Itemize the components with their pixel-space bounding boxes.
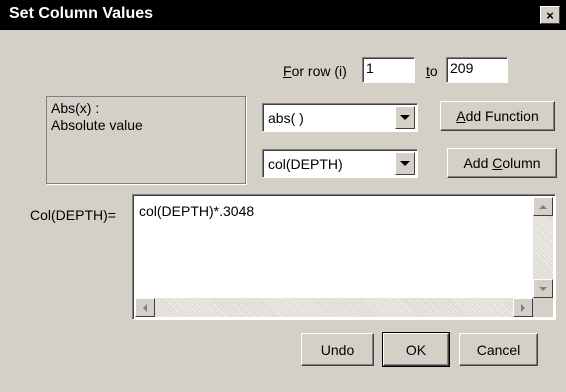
column-select-value: col(DEPTH) [268,156,343,172]
chevron-down-icon [400,161,410,166]
add-column-accel: C [492,155,503,171]
add-function-button[interactable]: Add Function [440,101,555,131]
for-row-label-text: or row (i) [291,63,347,79]
close-button[interactable]: × [540,6,560,24]
row-to-value: 209 [450,60,474,76]
scroll-up-button[interactable] [533,197,553,216]
horizontal-scrollbar[interactable] [135,298,533,317]
formula-text: col(DEPTH)*.3048 [139,203,255,219]
scrollbar-corner [533,298,553,317]
row-to-input[interactable]: 209 [446,57,508,83]
function-select[interactable]: abs( ) [262,103,418,132]
function-select-value: abs( ) [268,110,304,126]
set-column-values-dialog: Set Column Values × For row (i) 1 to 209… [0,0,566,392]
add-column-label-pre: Add [463,155,493,171]
add-function-accel: A [456,108,466,124]
to-label: to [426,63,438,79]
undo-button[interactable]: Undo [301,333,374,366]
arrow-down-icon [539,286,547,291]
for-row-label: For row (i) [283,63,347,79]
row-from-value: 1 [366,60,374,76]
ok-button[interactable]: OK [382,332,450,367]
formula-textarea[interactable]: col(DEPTH)*.3048 [132,194,556,320]
add-column-label: olumn [502,155,541,171]
for-row-label-accel: F [283,63,292,79]
title-bar[interactable]: Set Column Values × [0,0,566,30]
function-description: Absolute value [51,117,143,133]
to-label-text: o [429,63,438,79]
add-function-label: dd Function [465,108,539,124]
chevron-down-icon [400,115,410,120]
scroll-left-button[interactable] [135,298,155,317]
scroll-right-button[interactable] [513,298,533,317]
scroll-down-button[interactable] [533,279,553,298]
formula-label: Col(DEPTH)= [30,207,116,223]
arrow-left-icon [143,303,147,312]
row-from-input[interactable]: 1 [362,57,415,83]
close-icon: × [546,7,554,23]
add-column-button[interactable]: Add Column [447,148,557,178]
column-dropdown-button[interactable] [395,152,415,175]
function-signature: Abs(x) : [51,100,100,116]
cancel-button[interactable]: Cancel [459,333,538,366]
arrow-right-icon [521,303,525,312]
arrow-up-icon [539,204,547,209]
function-dropdown-button[interactable] [395,106,415,129]
dialog-title: Set Column Values [9,5,154,22]
vertical-scrollbar[interactable] [533,197,553,298]
column-select[interactable]: col(DEPTH) [262,149,418,178]
function-description-box: Abs(x) : Absolute value [46,96,246,184]
